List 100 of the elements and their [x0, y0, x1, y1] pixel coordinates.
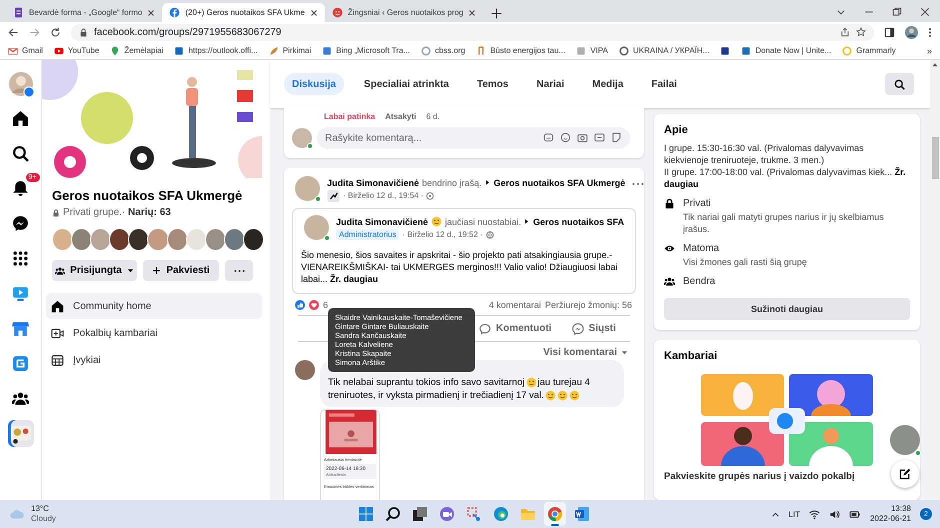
bookmark[interactable]: UKRAINA / УКРАЇН...	[618, 46, 710, 56]
scrollbar[interactable]	[930, 60, 940, 500]
bookmark[interactable]: Žemėlapiai	[110, 46, 164, 56]
more-bookmarks[interactable]: »	[926, 46, 932, 56]
group-tab[interactable]: Nariai	[528, 73, 572, 95]
bell-icon[interactable]	[12, 180, 29, 197]
author-name[interactable]: Judita Simonavičienė	[327, 178, 420, 188]
avatar-sticker-icon[interactable]	[543, 132, 554, 143]
game-icon[interactable]	[12, 355, 29, 372]
comment-field[interactable]: Rašykite komentarą...	[317, 127, 630, 149]
bookmark[interactable]: Grammarly	[842, 46, 896, 56]
reaction-link[interactable]: Labai patinka	[324, 112, 376, 121]
like-reaction-icon[interactable]	[295, 300, 305, 310]
chrome-icon[interactable]	[547, 506, 563, 522]
comment-filter[interactable]: Visi komentarai	[543, 347, 628, 358]
sidebar-icon[interactable]	[884, 26, 895, 38]
group-tab[interactable]: Medija	[584, 73, 632, 95]
bookmark[interactable]: cbss.org	[420, 46, 466, 56]
search-icon[interactable]	[385, 506, 401, 522]
sticker-icon[interactable]	[611, 132, 622, 143]
menu-icon[interactable]	[928, 26, 932, 38]
weather-condition: Cloudy	[31, 514, 56, 524]
reaction-count[interactable]: 6	[323, 300, 328, 310]
scissors-icon[interactable]	[466, 506, 482, 522]
joined-button[interactable]: Prisijungta	[52, 260, 137, 281]
bookmark[interactable]: YouTube	[54, 46, 100, 56]
messenger-icon[interactable]	[12, 215, 29, 232]
emoji-icon[interactable]	[560, 132, 571, 143]
browser-tab[interactable]: Bevardė forma - „Google“ formo	[6, 3, 162, 22]
profile-avatar-icon[interactable]	[8, 70, 34, 96]
close-icon[interactable]	[468, 8, 476, 16]
sidebar-item[interactable]: Pokalbių kambariai	[46, 320, 262, 346]
member-avatar[interactable]	[128, 228, 150, 251]
bookmark[interactable]: Donate Now | Unite...	[741, 46, 832, 56]
post-time[interactable]: · Birželio 12 d., 19:54 ·	[343, 191, 424, 200]
reload-icon[interactable]	[50, 26, 61, 38]
bookmark[interactable]: https://outlook.offi...	[174, 46, 258, 56]
video-icon[interactable]	[12, 285, 29, 302]
video-chat-icon[interactable]	[439, 506, 455, 522]
share-icon[interactable]	[840, 27, 850, 37]
browser-tab[interactable]: (20+) Geros nuotaikos SFA Ukme	[162, 3, 325, 22]
gif-icon[interactable]	[594, 132, 605, 143]
user-avatar[interactable]	[295, 360, 315, 380]
windows-icon[interactable]	[358, 506, 374, 522]
bookmark[interactable]: Būsto energijos tau...	[476, 46, 566, 56]
close-icon[interactable]	[310, 8, 318, 16]
caret-right-icon	[484, 179, 491, 186]
invite-button[interactable]: Pakviesti	[143, 260, 219, 281]
comment-text: jau turejau 4	[538, 376, 590, 389]
scrollbar-thumb[interactable]	[932, 137, 938, 179]
author-name[interactable]: Judita Simonavičienė	[336, 216, 428, 226]
search-icon[interactable]	[12, 145, 29, 162]
grid-icon[interactable]	[12, 250, 29, 267]
close-icon[interactable]	[920, 7, 930, 17]
wifi-icon[interactable]	[809, 508, 820, 520]
back-icon[interactable]	[8, 26, 19, 38]
member-avatar[interactable]	[109, 228, 130, 251]
love-reaction-icon[interactable]	[309, 300, 319, 310]
group-tab[interactable]: Specialiai atrinkta	[356, 73, 457, 95]
shop-icon[interactable]	[12, 320, 29, 337]
new-tab-icon[interactable]	[491, 8, 502, 19]
task-view-icon[interactable]	[412, 506, 428, 522]
user-avatar[interactable]	[292, 128, 312, 148]
speaker-icon[interactable]	[829, 508, 840, 520]
send-button[interactable]: Siųsti	[558, 318, 630, 340]
sidebar-item[interactable]: Community home	[46, 293, 262, 319]
group-tab[interactable]: Temos	[468, 73, 516, 95]
star-icon[interactable]	[856, 27, 866, 37]
edge-icon[interactable]	[493, 506, 509, 522]
close-icon[interactable]	[147, 8, 156, 16]
people-icon[interactable]	[12, 390, 29, 407]
reply-link[interactable]: Atsakyti	[385, 112, 416, 121]
camera-icon[interactable]	[577, 132, 588, 143]
word-icon[interactable]	[574, 506, 590, 522]
address-bar[interactable]: facebook.com/groups/2971955683067279	[71, 24, 874, 40]
battery-icon[interactable]	[849, 508, 862, 520]
browser-tab[interactable]: Žingsniai ‹ Geros nuotaikos prog	[324, 3, 484, 22]
view-count[interactable]: Peržiurejo žmonių: 56	[544, 300, 632, 310]
caret-icon	[126, 267, 134, 274]
bookmark[interactable]: Gmail	[8, 46, 43, 56]
bookmark[interactable]: Pirkimai	[268, 46, 312, 56]
language-indicator[interactable]: LIT	[788, 510, 800, 518]
more-icon[interactable]	[632, 182, 644, 186]
home-icon[interactable]	[12, 110, 29, 127]
post-time[interactable]: · Birželio 12 d., 19:52 ·	[402, 230, 483, 239]
comment-count[interactable]: 4 komentarai	[488, 300, 541, 310]
profile-avatar-icon[interactable]	[905, 26, 918, 38]
sidebar-item[interactable]: Įvykiai	[46, 347, 262, 373]
bookmark[interactable]: Bing „Microsoft Tra...	[322, 46, 410, 56]
member-avatar[interactable]	[242, 228, 264, 251]
learn-more-button[interactable]: Sužinoti daugiau	[664, 298, 910, 320]
group-tab[interactable]: Diskusija	[284, 73, 344, 95]
restore-icon[interactable]	[892, 7, 902, 17]
search-button[interactable]	[885, 73, 914, 95]
group-tab[interactable]: Failai	[643, 73, 685, 95]
bookmark-icon[interactable]	[720, 46, 730, 56]
group-name[interactable]: Geros nuotaikos SFA	[533, 216, 624, 226]
bookmark[interactable]: VIPA	[576, 46, 608, 56]
group-name[interactable]: Geros nuotaikos SFA Ukmergė	[494, 178, 626, 188]
comment-button[interactable]: Komentuoti	[473, 318, 558, 340]
